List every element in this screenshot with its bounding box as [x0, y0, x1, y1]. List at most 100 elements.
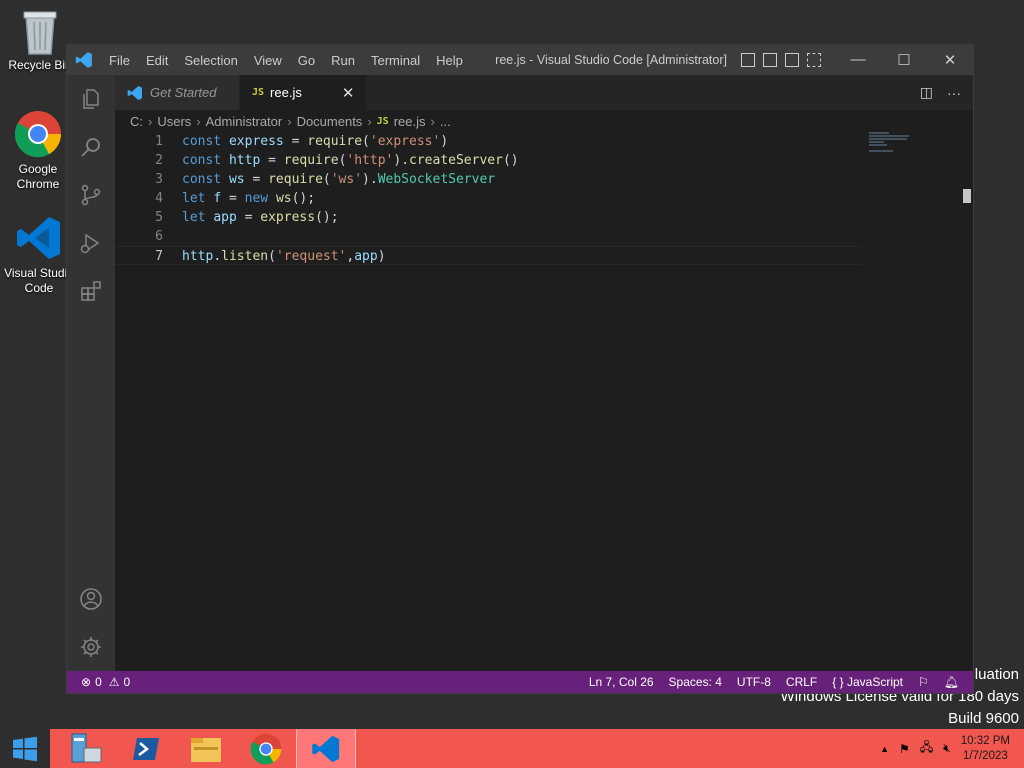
line-number: 7 — [155, 249, 163, 264]
braces-icon: { } — [832, 675, 844, 689]
code-line[interactable]: 3 const ws = require('ws').WebSocketServe… — [115, 170, 861, 189]
tab-ree-js[interactable]: JS ree.js ✕ — [240, 75, 368, 110]
start-button[interactable] — [0, 729, 50, 768]
accounts-icon[interactable] — [67, 575, 115, 623]
search-icon[interactable] — [67, 123, 115, 171]
breadcrumb-item[interactable]: Users — [157, 114, 191, 129]
clock-time: 10:32 PM — [960, 734, 1010, 747]
language-mode[interactable]: { } JavaScript — [832, 675, 903, 689]
menu-edit[interactable]: Edit — [138, 53, 176, 68]
error-count: 0 — [95, 675, 102, 689]
breadcrumb-item[interactable]: ree.js — [394, 114, 426, 129]
error-icon: ⊗ — [81, 675, 92, 689]
taskbar-powershell[interactable] — [116, 729, 176, 768]
line-source: http.listen('request',app) — [182, 249, 386, 264]
minimize-button[interactable]: — — [835, 51, 881, 69]
language-label: JavaScript — [846, 675, 903, 689]
feedback-icon[interactable]: ⚐ — [918, 675, 929, 689]
chevron-right-icon: › — [287, 113, 292, 129]
source-control-icon[interactable] — [67, 171, 115, 219]
watermark-line: Build 9600 — [948, 710, 1019, 727]
taskbar-server-manager[interactable] — [56, 729, 116, 768]
tab-get-started[interactable]: Get Started — [115, 75, 240, 110]
javascript-file-icon: JS — [252, 87, 265, 98]
line-number: 2 — [155, 153, 163, 168]
vscode-icon — [15, 214, 63, 262]
split-editor-icon[interactable]: ◫ — [920, 84, 933, 101]
code-editor[interactable]: 1 const express = require('express') 2 cons… — [115, 132, 861, 265]
line-number: 1 — [155, 134, 163, 149]
breadcrumb-item[interactable]: C: — [130, 114, 143, 129]
toggle-sidebar-icon[interactable] — [741, 53, 755, 67]
notifications-bell-icon[interactable]: 🔔︎ — [944, 675, 959, 689]
close-button[interactable]: ✕ — [927, 51, 973, 69]
minimap[interactable] — [869, 132, 959, 162]
powershell-icon — [133, 737, 159, 760]
encoding[interactable]: UTF-8 — [737, 675, 771, 689]
recycle-bin-icon — [16, 6, 64, 55]
vscode-window: File Edit Selection View Go Run Terminal… — [66, 44, 974, 694]
end-of-line[interactable]: CRLF — [786, 675, 817, 689]
toggle-panel-icon[interactable] — [763, 53, 777, 67]
line-source: let app = express(); — [182, 210, 339, 225]
menu-view[interactable]: View — [246, 53, 290, 68]
clock-date: 1/7/2023 — [963, 749, 1008, 762]
menu-help[interactable]: Help — [428, 53, 471, 68]
breadcrumb: C: › Users › Administrator › Documents › JS … — [115, 110, 973, 132]
breadcrumb-item[interactable]: Administrator — [206, 114, 283, 129]
javascript-file-icon: JS — [376, 115, 389, 127]
breadcrumb-item[interactable]: ... — [440, 114, 451, 129]
menu-terminal[interactable]: Terminal — [363, 53, 428, 68]
folder-icon — [191, 737, 221, 762]
code-line[interactable]: 5 let app = express(); — [115, 208, 861, 227]
chevron-right-icon: › — [196, 113, 201, 129]
menu-bar: File Edit Selection View Go Run Terminal… — [101, 53, 471, 68]
menu-go[interactable]: Go — [290, 53, 323, 68]
more-actions-icon[interactable]: ··· — [947, 85, 961, 101]
taskbar-chrome[interactable] — [236, 729, 296, 768]
show-hidden-icons-icon[interactable]: ▲ — [880, 744, 889, 754]
customize-layout-icon[interactable] — [807, 53, 821, 67]
clock[interactable]: 10:32 PM 1/7/2023 — [961, 734, 1010, 764]
network-icon[interactable]: 🖧︎ — [920, 738, 933, 759]
code-line[interactable]: 2 const http = require('http').createServ… — [115, 151, 861, 170]
line-source — [163, 227, 182, 246]
explorer-icon[interactable] — [67, 75, 115, 123]
code-line[interactable]: 4 let f = new ws(); — [115, 189, 861, 208]
chevron-right-icon: › — [430, 113, 435, 129]
action-center-flag-icon[interactable]: ⚑ — [899, 742, 910, 756]
close-tab-icon[interactable]: ✕ — [342, 84, 355, 102]
line-number: 6 — [155, 229, 163, 244]
watermark-line: luation — [974, 666, 1019, 683]
menu-file[interactable]: File — [101, 53, 138, 68]
breadcrumb-item[interactable]: Documents — [297, 114, 363, 129]
taskbar: ▲ ⚑ 🖧︎ 🔇︎ 10:32 PM 1/7/2023 — [0, 729, 1024, 768]
menu-selection[interactable]: Selection — [176, 53, 245, 68]
run-debug-icon[interactable] — [67, 219, 115, 267]
code-line[interactable]: 1 const express = require('express') — [115, 132, 861, 151]
desktop-icon-label: Google Chrome — [16, 162, 60, 191]
cursor-position[interactable]: Ln 7, Col 26 — [589, 675, 654, 689]
warning-count: 0 — [123, 675, 131, 689]
tab-label: Get Started — [150, 85, 217, 100]
taskbar-file-explorer[interactable] — [176, 729, 236, 768]
activity-bar — [67, 75, 115, 671]
line-number: 4 — [155, 191, 163, 206]
editor-area: Get Started JS ree.js ✕ ◫ ··· C: › Users ›… — [115, 75, 973, 671]
problems-indicator[interactable]: ⊗ 0 ⚠ 0 — [67, 675, 130, 689]
taskbar-vscode[interactable] — [296, 729, 356, 768]
title-bar: File Edit Selection View Go Run Terminal… — [67, 45, 973, 75]
line-source: let f = new ws(); — [182, 191, 316, 206]
volume-muted-icon[interactable]: 🔇︎ — [943, 741, 951, 756]
indentation[interactable]: Spaces: 4 — [669, 675, 722, 689]
extensions-icon[interactable] — [67, 267, 115, 315]
code-line[interactable]: 6 — [115, 227, 861, 246]
desktop-icon-label: Visual Studio Code — [4, 266, 74, 295]
line-source: const express = require('express') — [182, 134, 449, 149]
settings-gear-icon[interactable] — [67, 623, 115, 671]
vscode-logo-icon — [67, 51, 101, 69]
maximize-button[interactable]: ☐ — [881, 51, 927, 69]
menu-run[interactable]: Run — [323, 53, 363, 68]
toggle-secondary-sidebar-icon[interactable] — [785, 53, 799, 67]
code-line[interactable]: 7 http.listen('request',app) — [115, 246, 861, 265]
